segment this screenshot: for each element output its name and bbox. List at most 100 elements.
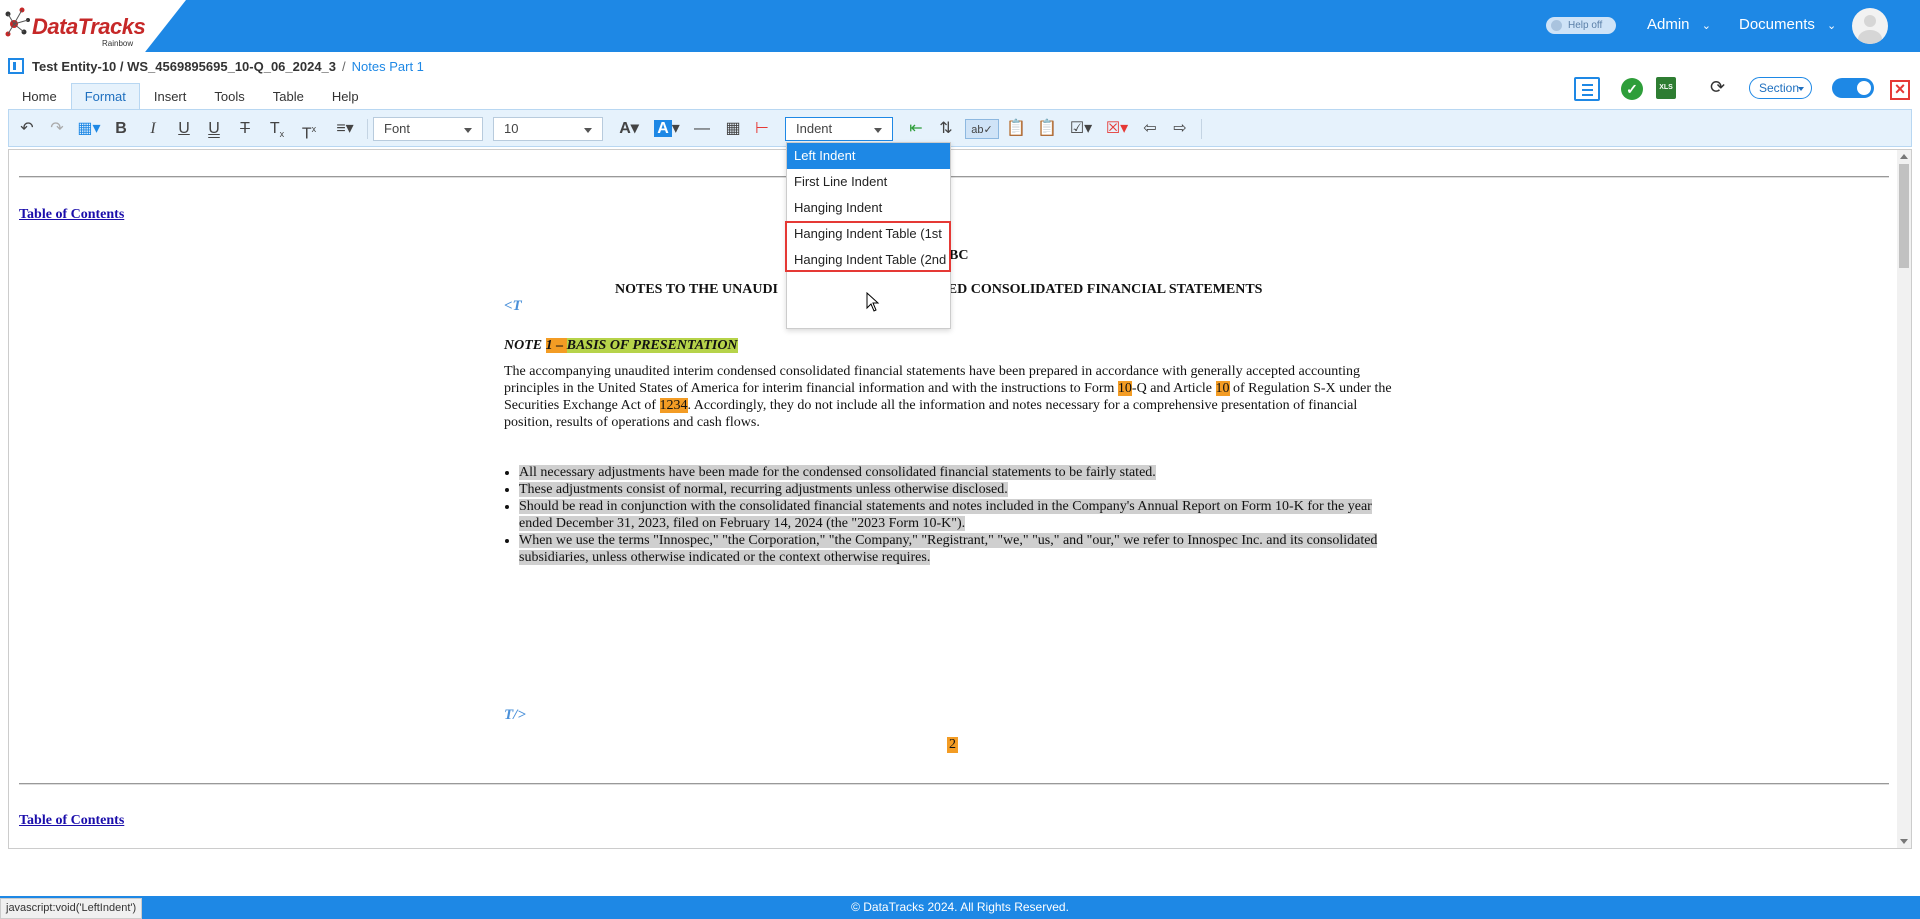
annotation-highlight-box bbox=[785, 221, 951, 272]
para-highlight-2: 10 bbox=[1215, 381, 1230, 396]
export-xls-icon[interactable]: XLS bbox=[1656, 77, 1676, 99]
highlight-color-icon[interactable]: A ▾ bbox=[653, 119, 681, 139]
breadcrumb-separator: / bbox=[342, 58, 346, 74]
menu-bar: Home Format Insert Tools Table Help bbox=[8, 83, 373, 109]
section-dropdown[interactable]: Section bbox=[1749, 77, 1812, 99]
redo-icon[interactable]: ↷ bbox=[47, 119, 67, 139]
basis-paragraph: The accompanying unaudited interim conde… bbox=[504, 363, 1404, 431]
indent-marker-icon[interactable]: ⇅ bbox=[935, 119, 957, 139]
note-prefix: NOTE bbox=[504, 338, 546, 353]
note-number: 1 bbox=[545, 338, 553, 353]
toolbar-divider bbox=[367, 119, 368, 139]
validate-check-icon[interactable]: ✓ bbox=[1621, 78, 1643, 100]
tab-table[interactable]: Table bbox=[259, 83, 318, 109]
para-text-2: -Q and Article bbox=[1131, 381, 1216, 396]
font-select[interactable]: Font bbox=[373, 117, 483, 141]
page-rule bbox=[19, 176, 1889, 178]
chevron-down-icon: ⌄ bbox=[1827, 20, 1837, 32]
page-rule bbox=[19, 783, 1889, 785]
clipboard-check-icon[interactable]: ☑▾ bbox=[1067, 119, 1095, 139]
format-painter-icon[interactable]: ▦▾ bbox=[75, 119, 103, 139]
font-size-select[interactable]: 10 bbox=[493, 117, 603, 141]
indent-increase-icon[interactable]: ⇤ bbox=[905, 119, 927, 139]
copy-left-icon[interactable]: ⇦ bbox=[1139, 119, 1161, 139]
align-icon[interactable]: ≡▾ bbox=[331, 119, 359, 139]
toc-link[interactable]: Table of Contents bbox=[19, 207, 124, 223]
tab-help[interactable]: Help bbox=[318, 83, 373, 109]
menu-item-left-indent[interactable]: Left Indent bbox=[787, 143, 950, 169]
italic-icon[interactable]: I bbox=[145, 119, 161, 139]
admin-label: Admin bbox=[1647, 16, 1690, 33]
help-toggle[interactable]: Help off bbox=[1546, 17, 1616, 34]
footer: © DataTracks 2024. All Rights Reserved. bbox=[0, 896, 1920, 919]
list-item-text: These adjustments consist of normal, rec… bbox=[519, 482, 1008, 497]
subscript-icon[interactable]: Tx bbox=[267, 119, 287, 139]
list-item-text: Should be read in conjunction with the c… bbox=[519, 499, 1372, 531]
mode-toggle[interactable] bbox=[1832, 78, 1874, 98]
horizontal-line-icon[interactable]: — bbox=[691, 119, 713, 139]
documents-label: Documents bbox=[1739, 16, 1815, 33]
notes-heading-right: SED CONSOLIDATED FINANCIAL STATEMENTS bbox=[940, 282, 1263, 297]
clipboard-delete-icon[interactable]: ☒▾ bbox=[1103, 119, 1131, 139]
user-avatar[interactable] bbox=[1852, 8, 1888, 44]
format-toolbar: ↶ ↷ ▦▾ B I U U T Tx Tx ≡▾ Font 10 A▾ A ▾ … bbox=[8, 109, 1912, 147]
note-title-text: BASIS OF PRESENTATION bbox=[566, 338, 738, 353]
scroll-thumb[interactable] bbox=[1899, 164, 1909, 268]
clipboard-edit-icon[interactable]: 📋 bbox=[1005, 119, 1027, 139]
list-item-text: All necessary adjustments have been made… bbox=[519, 465, 1156, 480]
superscript-icon[interactable]: Tx bbox=[299, 119, 319, 142]
bold-icon[interactable]: B bbox=[113, 119, 129, 139]
tab-format[interactable]: Format bbox=[70, 83, 140, 109]
logo-text-tracks: Tracks bbox=[77, 14, 146, 39]
toolbar-divider bbox=[1201, 119, 1202, 139]
list-item-text: When we use the terms "Innospec," "the C… bbox=[519, 533, 1378, 565]
clipboard-disabled-icon[interactable]: 📋 bbox=[1036, 119, 1058, 139]
document-editor[interactable]: Table of Contents BC NOTES TO THE UNAUDI… bbox=[8, 149, 1912, 849]
copy-right-icon[interactable]: ⇨ bbox=[1169, 119, 1191, 139]
status-bar-url: javascript:void('LeftIndent') bbox=[0, 898, 143, 919]
tab-insert[interactable]: Insert bbox=[140, 83, 201, 109]
page-break-icon[interactable]: ⊢ bbox=[751, 119, 773, 139]
undo-icon[interactable]: ↶ bbox=[17, 119, 37, 139]
refresh-icon[interactable]: ⟳ bbox=[1710, 76, 1725, 104]
scroll-up-icon[interactable] bbox=[1900, 154, 1908, 159]
scroll-down-icon[interactable] bbox=[1900, 839, 1908, 844]
spellcheck-icon[interactable]: ab✓ bbox=[965, 119, 999, 139]
note-dash: – bbox=[552, 338, 567, 353]
note-title: NOTE 1 – BASIS OF PRESENTATION bbox=[504, 338, 738, 354]
documents-menu[interactable]: Documents ⌄ bbox=[1739, 16, 1836, 33]
list-item: These adjustments consist of normal, rec… bbox=[519, 481, 1404, 498]
tab-home[interactable]: Home bbox=[8, 83, 71, 109]
menu-item-first-line-indent[interactable]: First Line Indent bbox=[787, 169, 950, 195]
para-highlight-3: 1234 bbox=[659, 398, 688, 413]
list-item: All necessary adjustments have been made… bbox=[519, 464, 1404, 481]
breadcrumb: Test Entity-10 / WS_4569895695_10-Q_06_2… bbox=[8, 57, 424, 75]
close-icon[interactable]: × bbox=[1890, 80, 1910, 100]
tab-tools[interactable]: Tools bbox=[200, 83, 258, 109]
font-color-icon[interactable]: A▾ bbox=[615, 119, 643, 139]
chevron-down-icon: ⌄ bbox=[1701, 20, 1711, 32]
menu-item-hanging-indent[interactable]: Hanging Indent bbox=[787, 195, 950, 221]
logo-subtitle: Rainbow bbox=[102, 39, 134, 48]
table-grid-icon[interactable]: ▦ bbox=[722, 119, 744, 139]
breadcrumb-entity[interactable]: Test Entity-10 / WS_4569895695_10-Q_06_2… bbox=[32, 59, 336, 74]
double-underline-icon[interactable]: U bbox=[206, 119, 222, 139]
tag-close-marker: T/> bbox=[504, 707, 526, 723]
strikethrough-icon[interactable]: T bbox=[237, 119, 253, 139]
vertical-scrollbar[interactable] bbox=[1897, 150, 1911, 848]
top-bar: DataTracks Rainbow Help off Admin ⌄ Docu… bbox=[0, 0, 1920, 52]
indent-select[interactable]: Indent bbox=[785, 117, 893, 141]
bullet-list: All necessary adjustments have been made… bbox=[504, 464, 1404, 566]
logo-area[interactable]: DataTracks Rainbow bbox=[0, 0, 186, 52]
admin-menu[interactable]: Admin ⌄ bbox=[1647, 16, 1711, 33]
toc-link[interactable]: Table of Contents bbox=[19, 813, 124, 829]
underline-icon[interactable]: U bbox=[176, 119, 192, 139]
tag-open-marker: <T bbox=[504, 298, 522, 314]
page-number: 2 bbox=[947, 737, 958, 753]
document-icon bbox=[8, 58, 24, 74]
logo-text: DataTracks bbox=[32, 14, 146, 40]
breadcrumb-current[interactable]: Notes Part 1 bbox=[352, 59, 424, 74]
notes-heading-left: NOTES TO THE UNAUDI bbox=[615, 282, 778, 297]
outline-list-icon[interactable] bbox=[1574, 77, 1600, 101]
mouse-cursor-icon bbox=[866, 292, 880, 312]
